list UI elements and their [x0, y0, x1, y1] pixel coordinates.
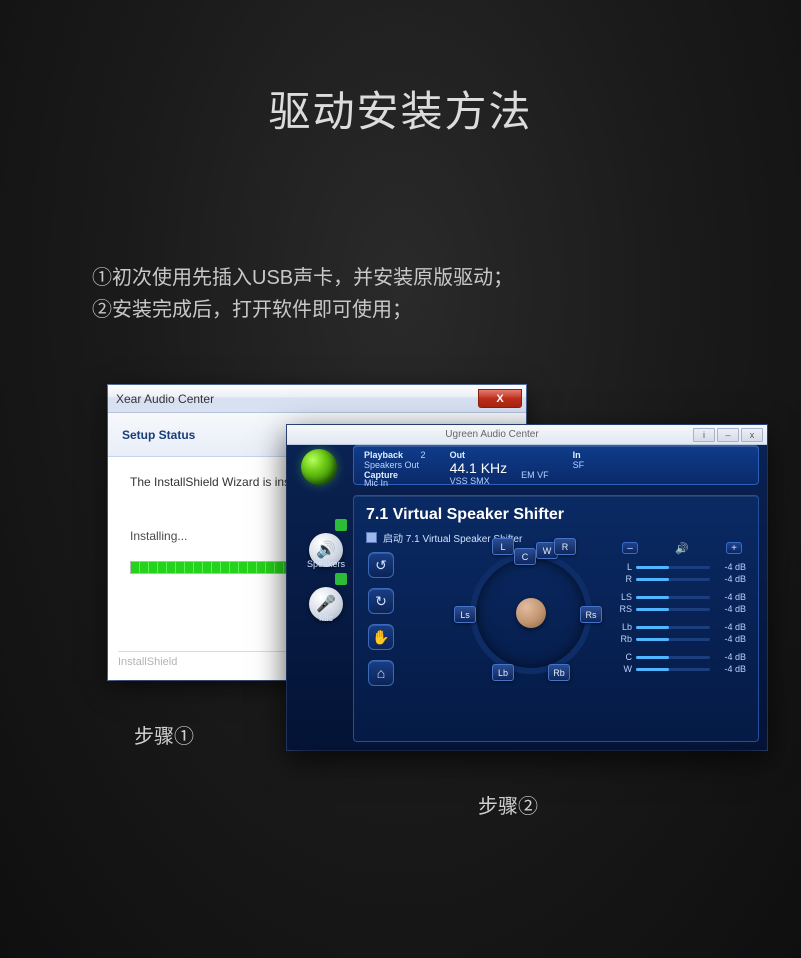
rotate-left-icon: ↺ — [375, 557, 387, 574]
speaker-Lb[interactable]: Lb — [492, 664, 514, 681]
speaker-R[interactable]: R — [554, 538, 576, 555]
sliders-header: – 🔊 + — [618, 542, 746, 555]
topstrip-in: In SF — [573, 450, 585, 484]
playback-count: 2 — [421, 450, 426, 460]
slider-label-LS: LS — [618, 592, 632, 602]
out-label: Out — [450, 450, 508, 460]
slider-db-R: -4 dB — [714, 574, 746, 584]
speaker-Rb[interactable]: Rb — [548, 664, 570, 681]
slider-label-L: L — [618, 562, 632, 572]
home-icon: ⌂ — [377, 665, 385, 681]
slider-label-R: R — [618, 574, 632, 584]
instruction-block: ①初次使用先插入USB声卡，并安装原版驱动； ②安装完成后，打开软件即可使用； — [92, 262, 721, 326]
installer-close-button[interactable]: X — [478, 389, 522, 408]
slider-db-Lb: -4 dB — [714, 622, 746, 632]
volume-icon: 🔊 — [675, 542, 689, 555]
manual-button[interactable]: ✋ — [368, 624, 394, 650]
installer-footer: InstallShield — [118, 656, 177, 668]
audio-center-title: Ugreen Audio Center — [291, 429, 693, 440]
speakers-label: Speakers — [307, 559, 345, 569]
volume-plus-button[interactable]: + — [726, 542, 742, 554]
audio-top-strip: Playback 2 Speakers Out Capture Mic In O… — [353, 445, 759, 485]
close-icon: X — [496, 393, 503, 405]
slider-db-L: -4 dB — [714, 562, 746, 572]
slider-group-cw: C -4 dB W -4 dB — [618, 651, 746, 675]
titlebar-info-button[interactable]: i — [693, 428, 715, 442]
out-sub: VSS SMX — [450, 476, 508, 486]
volume-minus-button[interactable]: – — [622, 542, 638, 554]
topstrip-emvf: EM VF — [521, 450, 549, 484]
device-column: 🔊 Speakers 🎤 Mic — [303, 533, 349, 623]
speakers-status-badge — [335, 519, 347, 531]
instruction-line-1: ①初次使用先插入USB声卡，并安装原版驱动； — [92, 262, 721, 294]
speaker-Rs[interactable]: Rs — [580, 606, 602, 623]
slider-W[interactable] — [636, 668, 710, 671]
playback-sub: Speakers Out — [364, 460, 426, 470]
out-khz: 44.1 KHz — [450, 460, 508, 476]
panel-title: 7.1 Virtual Speaker Shifter — [366, 506, 746, 524]
audio-center-window: Ugreen Audio Center i – x Playback 2 Spe… — [287, 425, 767, 750]
slider-group-lbrb: Lb -4 dB Rb -4 dB — [618, 621, 746, 645]
slider-LS[interactable] — [636, 596, 710, 599]
titlebar-close-button[interactable]: x — [741, 428, 763, 442]
playback-label: Playback — [364, 450, 403, 460]
rotate-right-button[interactable]: ↻ — [368, 588, 394, 614]
slider-label-C: C — [618, 652, 632, 662]
slider-Lb[interactable] — [636, 626, 710, 629]
mode-controls: ↺ ↻ ✋ ⌂ — [368, 552, 394, 686]
rotate-left-button[interactable]: ↺ — [368, 552, 394, 578]
slider-label-Rb: Rb — [618, 634, 632, 644]
listener-icon[interactable] — [516, 598, 546, 628]
slider-label-Lb: Lb — [618, 622, 632, 632]
slider-C[interactable] — [636, 656, 710, 659]
installer-titlebar[interactable]: Xear Audio Center X — [108, 385, 526, 413]
slider-Rb[interactable] — [636, 638, 710, 641]
speaker-wheel[interactable]: L C W R Ls Rs Lb Rb — [458, 540, 604, 686]
slider-group-lr: L -4 dB R -4 dB — [618, 561, 746, 585]
main-panel: 7.1 Virtual Speaker Shifter 启动 7.1 Virtu… — [353, 495, 759, 742]
reset-button[interactable]: ⌂ — [368, 660, 394, 686]
step2-caption: 步骤② — [478, 790, 538, 819]
speaker-Ls[interactable]: Ls — [454, 606, 476, 623]
slider-group-lsrs: LS -4 dB RS -4 dB — [618, 591, 746, 615]
speaker-L[interactable]: L — [492, 538, 514, 555]
em-vf: EM VF — [521, 470, 549, 480]
slider-R[interactable] — [636, 578, 710, 581]
slider-db-Rb: -4 dB — [714, 634, 746, 644]
slider-db-W: -4 dB — [714, 664, 746, 674]
window-controls: i – x — [693, 428, 763, 442]
audio-center-titlebar[interactable]: Ugreen Audio Center i – x — [287, 425, 767, 445]
page-title: 驱动安装方法 — [0, 0, 801, 139]
step1-caption: 步骤① — [134, 720, 194, 749]
mic-status-badge — [335, 573, 347, 585]
speaker-C[interactable]: C — [514, 548, 536, 565]
slider-db-RS: -4 dB — [714, 604, 746, 614]
enable-checkbox[interactable] — [366, 532, 377, 543]
titlebar-minimize-button[interactable]: – — [717, 428, 739, 442]
in-label: In — [573, 450, 585, 460]
topstrip-playback: Playback 2 Speakers Out Capture Mic In — [364, 450, 426, 484]
slider-label-W: W — [618, 664, 632, 674]
hand-icon: ✋ — [372, 629, 389, 646]
slider-label-RS: RS — [618, 604, 632, 614]
topstrip-out: Out 44.1 KHz VSS SMX — [450, 450, 508, 484]
slider-L[interactable] — [636, 566, 710, 569]
in-sub: SF — [573, 460, 585, 470]
status-orb-icon[interactable] — [301, 449, 337, 485]
installer-title: Xear Audio Center — [116, 392, 214, 406]
slider-db-C: -4 dB — [714, 652, 746, 662]
volume-sliders: – 🔊 + L -4 dB R -4 dB LS -4 dB RS -4 dB Lb -4… — [618, 542, 746, 675]
rotate-right-icon: ↻ — [375, 593, 387, 610]
slider-db-LS: -4 dB — [714, 592, 746, 602]
mic-label: Mic — [319, 613, 333, 623]
instruction-line-2: ②安装完成后，打开软件即可使用； — [92, 294, 721, 326]
slider-RS[interactable] — [636, 608, 710, 611]
